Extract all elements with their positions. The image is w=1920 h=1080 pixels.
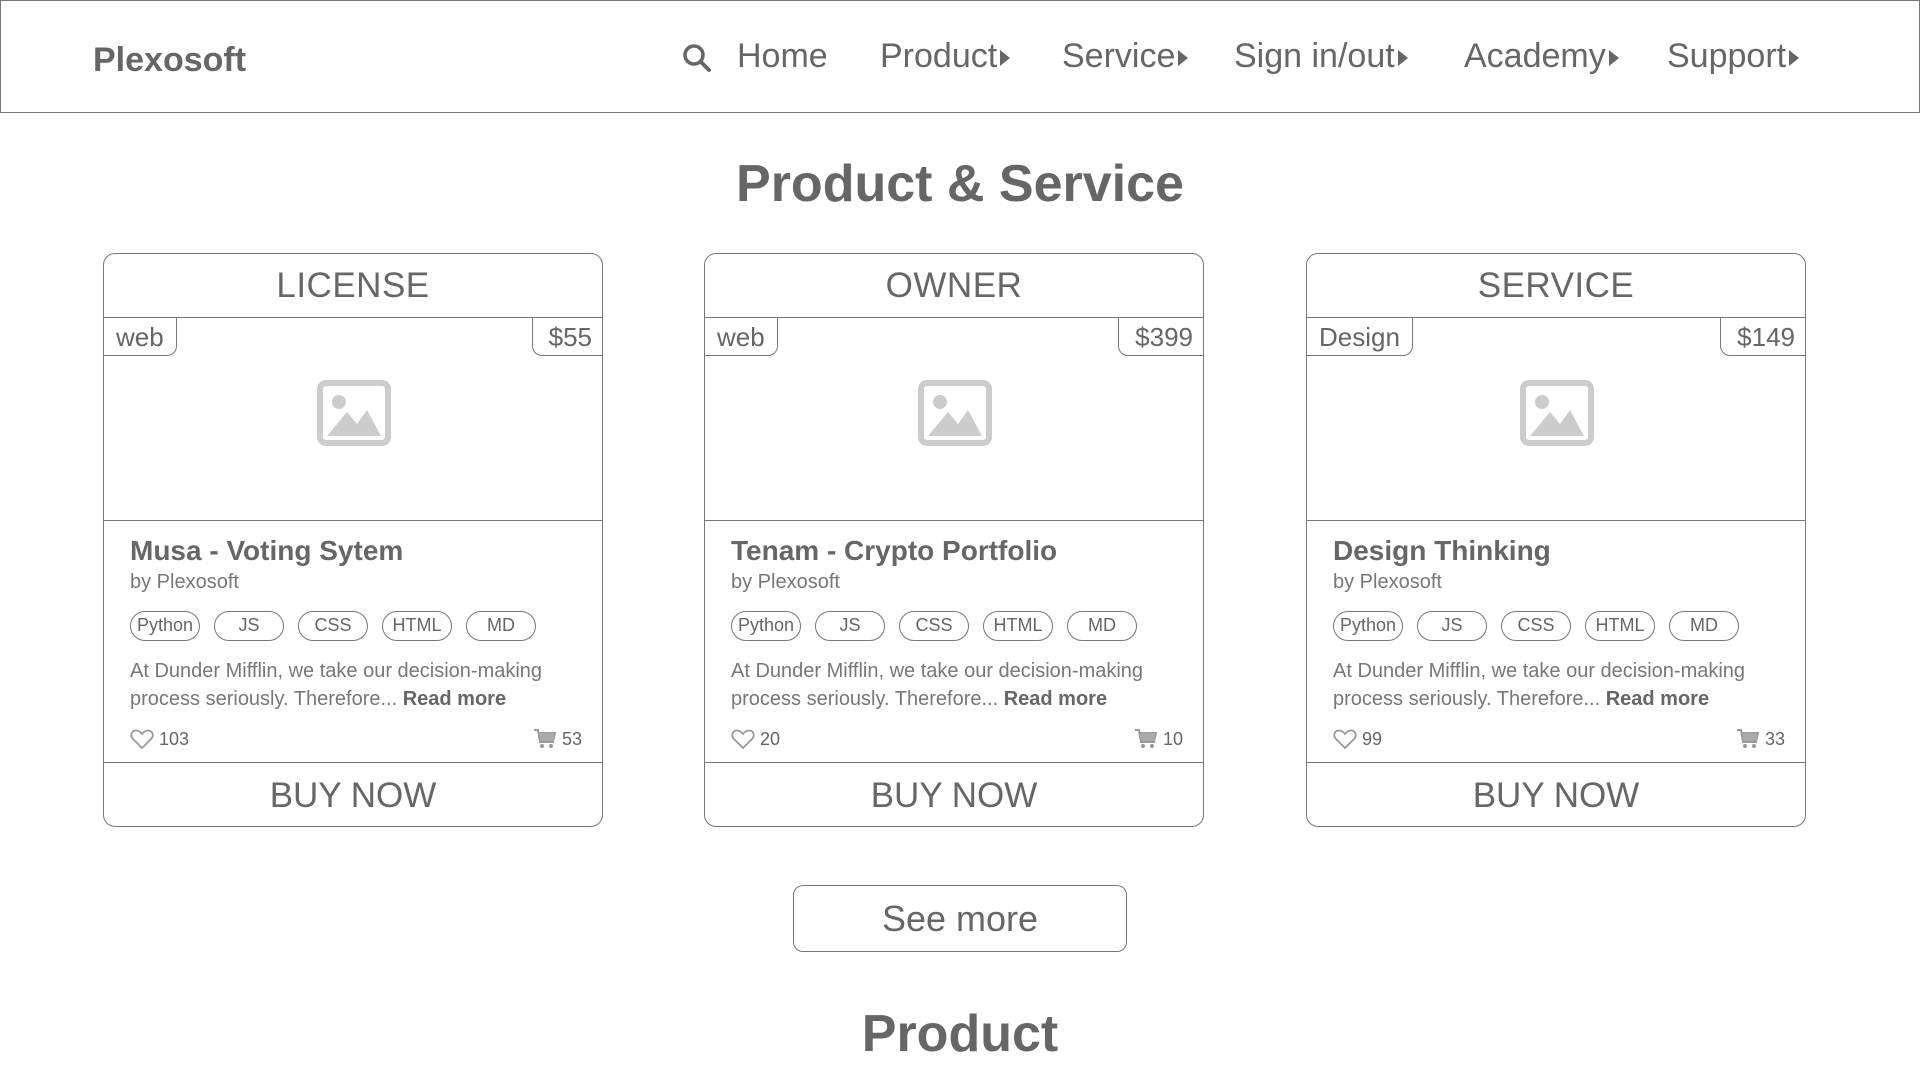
image-placeholder-icon (918, 380, 992, 446)
cart-stat[interactable]: 10 (1134, 728, 1183, 750)
card-description: At Dunder Mifflin, we take our decision-… (731, 657, 1177, 713)
product-card: OWNER web $399 Tenam - Crypto Portfolio … (704, 253, 1204, 827)
card-media[interactable]: web $55 (104, 318, 602, 521)
caret-right-icon (1178, 49, 1189, 66)
card-title[interactable]: Musa - Voting Sytem (130, 533, 576, 569)
tech-tag[interactable]: JS (815, 611, 885, 641)
tech-tags: Python JS CSS HTML MD (731, 611, 1177, 641)
card-body: Musa - Voting Sytem by Plexosoft Python … (104, 521, 602, 763)
card-price-badge: $149 (1720, 318, 1805, 356)
nav-home[interactable]: Home (737, 37, 828, 76)
like-stat[interactable]: 99 (1333, 728, 1382, 750)
nav-academy-label: Academy (1464, 37, 1606, 75)
image-placeholder-icon (1520, 380, 1594, 446)
card-description: At Dunder Mifflin, we take our decision-… (130, 657, 576, 713)
tech-tag[interactable]: MD (1669, 611, 1739, 641)
heart-icon (1333, 729, 1357, 750)
cart-stat[interactable]: 53 (533, 728, 582, 750)
like-count: 99 (1362, 728, 1383, 749)
nav-service-label: Service (1062, 37, 1176, 75)
card-body: Tenam - Crypto Portfolio by Plexosoft Py… (705, 521, 1203, 763)
card-category: LICENSE (104, 254, 602, 318)
product-card: SERVICE Design $149 Design Thinking by P… (1306, 253, 1806, 827)
buy-now-button[interactable]: BUY NOW (1307, 763, 1805, 826)
card-title[interactable]: Design Thinking (1333, 533, 1779, 569)
card-category: OWNER (705, 254, 1203, 318)
card-author: by Plexosoft (1333, 571, 1442, 593)
nav-home-label: Home (737, 37, 828, 75)
like-count: 103 (159, 728, 190, 749)
card-tag-badge: web (705, 318, 778, 356)
nav-support-label: Support (1667, 37, 1787, 75)
navbar: Plexosoft Home Product Service Sign in/o… (0, 0, 1920, 113)
tech-tag[interactable]: HTML (382, 611, 452, 641)
tech-tags: Python JS CSS HTML MD (130, 611, 576, 641)
cart-count: 53 (561, 728, 582, 749)
read-more-link[interactable]: Read more (403, 688, 506, 710)
heart-icon (130, 729, 154, 750)
tech-tags: Python JS CSS HTML MD (1333, 611, 1779, 641)
section-title: Product & Service (736, 155, 1184, 213)
like-stat[interactable]: 20 (731, 728, 780, 750)
tech-tag[interactable]: CSS (1501, 611, 1571, 641)
tech-tag[interactable]: MD (1067, 611, 1137, 641)
nav-academy[interactable]: Academy (1464, 37, 1619, 76)
nav-product[interactable]: Product (880, 37, 1011, 76)
card-author: by Plexosoft (130, 571, 239, 593)
caret-right-icon (1000, 49, 1011, 66)
image-placeholder-icon (317, 380, 391, 446)
card-tag-badge: Design (1307, 318, 1413, 356)
caret-right-icon (1789, 49, 1800, 66)
read-more-link[interactable]: Read more (1004, 688, 1107, 710)
heart-icon (731, 729, 755, 750)
cart-count: 10 (1162, 728, 1183, 749)
logo[interactable]: Plexosoft (93, 41, 246, 80)
tech-tag[interactable]: JS (1417, 611, 1487, 641)
next-section-title: Product (861, 1005, 1059, 1063)
card-stats: 99 33 (1333, 728, 1785, 754)
card-media[interactable]: web $399 (705, 318, 1203, 521)
cart-icon (1736, 729, 1760, 748)
like-count: 20 (760, 728, 781, 749)
cart-icon (1134, 729, 1158, 748)
tech-tag[interactable]: MD (466, 611, 536, 641)
cart-icon (533, 729, 557, 748)
nav-service[interactable]: Service (1062, 37, 1189, 76)
tech-tag[interactable]: Python (731, 611, 801, 641)
buy-now-button[interactable]: BUY NOW (104, 763, 602, 826)
card-tag-badge: web (104, 318, 177, 356)
tech-tag[interactable]: CSS (298, 611, 368, 641)
tech-tag[interactable]: JS (214, 611, 284, 641)
tech-tag[interactable]: Python (130, 611, 200, 641)
cart-count: 33 (1764, 728, 1785, 749)
read-more-link[interactable]: Read more (1606, 688, 1709, 710)
like-stat[interactable]: 103 (130, 728, 189, 750)
tech-tag[interactable]: HTML (1585, 611, 1655, 641)
card-price-badge: $399 (1118, 318, 1203, 356)
search-icon[interactable] (681, 42, 713, 74)
card-media[interactable]: Design $149 (1307, 318, 1805, 521)
nav-product-label: Product (880, 37, 998, 75)
product-card: LICENSE web $55 Musa - Voting Sytem by P… (103, 253, 603, 827)
see-more-button[interactable]: See more (793, 885, 1127, 952)
nav-signin-label: Sign in/out (1234, 37, 1395, 75)
caret-right-icon (1397, 49, 1408, 66)
card-body: Design Thinking by Plexosoft Python JS C… (1307, 521, 1805, 763)
caret-right-icon (1608, 49, 1619, 66)
buy-now-button[interactable]: BUY NOW (705, 763, 1203, 826)
tech-tag[interactable]: CSS (899, 611, 969, 641)
tech-tag[interactable]: HTML (983, 611, 1053, 641)
tech-tag[interactable]: Python (1333, 611, 1403, 641)
card-description: At Dunder Mifflin, we take our decision-… (1333, 657, 1779, 713)
nav-support[interactable]: Support (1667, 37, 1800, 76)
card-stats: 20 10 (731, 728, 1183, 754)
cart-stat[interactable]: 33 (1736, 728, 1785, 750)
card-price-badge: $55 (531, 318, 602, 356)
nav-signin[interactable]: Sign in/out (1234, 37, 1408, 76)
card-category: SERVICE (1307, 254, 1805, 318)
card-author: by Plexosoft (731, 571, 840, 593)
card-title[interactable]: Tenam - Crypto Portfolio (731, 533, 1177, 569)
card-stats: 103 53 (130, 728, 582, 754)
